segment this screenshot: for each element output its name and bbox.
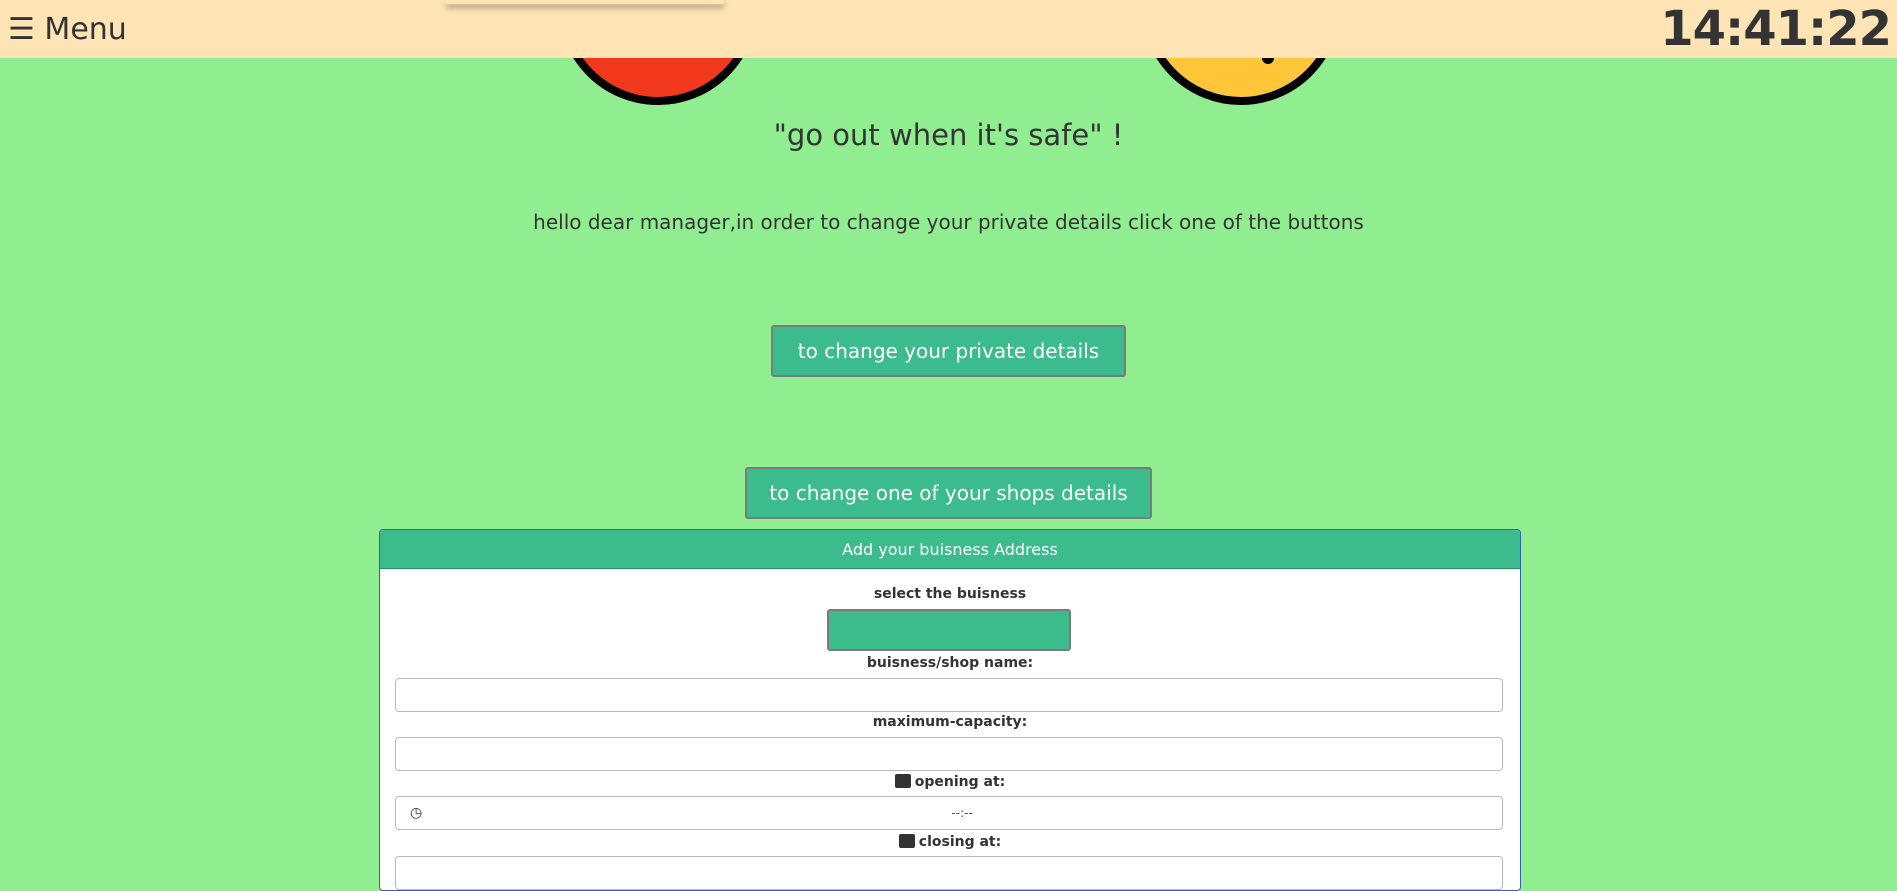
dropdown-shadow [446, 0, 724, 4]
capacity-label: maximum-capacity: [872, 714, 1028, 730]
clock: 14:41:22 [1660, 1, 1892, 57]
opening-time-value: --:-- [951, 806, 973, 820]
clock-icon: ◷ [410, 805, 423, 821]
door-icon [894, 774, 911, 788]
capacity-input[interactable] [395, 737, 1503, 771]
change-shop-details-button[interactable]: to change one of your shops details [745, 467, 1152, 519]
closed-sign-icon [898, 834, 915, 848]
intro-text: hello dear manager,in order to change yo… [533, 210, 1364, 234]
card-title: Add your buisness Address [380, 530, 1520, 569]
opening-label-row: opening at: [380, 774, 1520, 790]
slogan: "go out when it's safe" ! [773, 118, 1124, 152]
opening-time-input[interactable]: ◷ --:-- [395, 796, 1503, 830]
shop-name-label: buisness/shop name: [866, 655, 1034, 671]
top-bar: ☰ Menu 14:41:22 [0, 0, 1897, 58]
closing-time-input[interactable] [395, 856, 1503, 890]
closing-label: closing at: [918, 834, 1002, 850]
business-select[interactable] [827, 609, 1071, 651]
select-business-label: select the buisness [873, 586, 1027, 602]
change-private-details-button[interactable]: to change your private details [771, 325, 1126, 377]
opening-label: opening at: [914, 774, 1006, 790]
menu-button[interactable]: ☰ Menu [8, 12, 127, 47]
closing-label-row: closing at: [380, 834, 1520, 850]
shop-name-input[interactable] [395, 678, 1503, 712]
menu-label[interactable]: ☰ Menu [8, 12, 127, 47]
business-address-card: Add your buisness Address select the bui… [379, 529, 1521, 891]
